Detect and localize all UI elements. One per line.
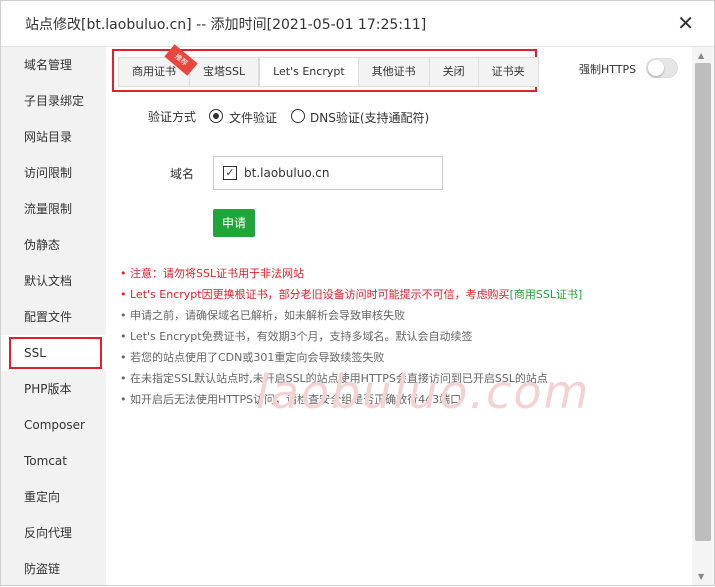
domain-item[interactable]: bt.laobuluo.cn bbox=[244, 166, 329, 180]
radio-file-verify-label[interactable]: 文件验证 bbox=[229, 109, 277, 126]
apply-button[interactable]: 申请 bbox=[213, 209, 255, 237]
sidebar-item-composer[interactable]: Composer bbox=[1, 407, 106, 443]
sidebar-item-proxy[interactable]: 反向代理 bbox=[1, 515, 106, 551]
sidebar-item-default-doc[interactable]: 默认文档 bbox=[1, 263, 106, 299]
tab-bt-ssl[interactable]: 宝塔SSL bbox=[190, 58, 260, 86]
domain-label: 域名 bbox=[170, 167, 195, 181]
note-item: Let's Encrypt因更换根证书，部分老旧设备访问时可能提示不可信，考虑购… bbox=[120, 284, 583, 305]
tab-other-cert[interactable]: 其他证书 bbox=[359, 58, 430, 86]
sidebar-item-traffic-limit[interactable]: 流量限制 bbox=[1, 191, 106, 227]
ssl-tabs: 商用证书 推荐 宝塔SSL Let's Encrypt 其他证书 关闭 证书夹 bbox=[118, 44, 539, 87]
verify-method-label: 验证方式 bbox=[148, 110, 197, 124]
force-https-toggle[interactable] bbox=[646, 58, 678, 78]
dialog-title: 站点修改[bt.laobuluo.cn] -- 添加时间[2021-05-01 … bbox=[25, 17, 427, 33]
radio-file-verify[interactable] bbox=[209, 109, 223, 123]
watermark: laobuluo.com bbox=[256, 365, 591, 419]
domain-checkbox[interactable]: ✓ bbox=[223, 166, 237, 180]
force-https-label: 强制HTTPS bbox=[579, 63, 637, 76]
tab-commercial-cert[interactable]: 商用证书 推荐 bbox=[119, 44, 198, 86]
tab-cert-folder[interactable]: 证书夹 bbox=[479, 58, 538, 86]
domain-list: ✓ bt.laobuluo.cn bbox=[213, 156, 443, 190]
site-edit-dialog: 站点修改[bt.laobuluo.cn] -- 添加时间[2021-05-01 … bbox=[0, 0, 715, 586]
scroll-up-icon[interactable]: ▲ bbox=[698, 51, 704, 60]
commercial-ssl-link[interactable]: [商用SSL证书] bbox=[510, 288, 583, 301]
tab-label: 商用证书 bbox=[132, 65, 176, 78]
tab-lets-encrypt[interactable]: Let's Encrypt bbox=[259, 58, 359, 86]
radio-dns-verify-label[interactable]: DNS验证(支持通配符) bbox=[310, 109, 429, 126]
note-item: 申请之前，请确保域名已解析，如未解析会导致审核失败 bbox=[120, 305, 580, 326]
note-item: 注意：请勿将SSL证书用于非法网站 bbox=[120, 263, 580, 284]
tab-close[interactable]: 关闭 bbox=[430, 58, 479, 86]
sidebar-item-config[interactable]: 配置文件 bbox=[1, 299, 106, 335]
note-text: Let's Encrypt因更换根证书，部分老旧设备访问时可能提示不可信，考虑购… bbox=[130, 288, 510, 301]
sidebar-item-subdir[interactable]: 子目录绑定 bbox=[1, 83, 106, 119]
sidebar-item-rewrite[interactable]: 伪静态 bbox=[1, 227, 106, 263]
sidebar-item-tomcat[interactable]: Tomcat bbox=[1, 443, 106, 479]
close-icon[interactable]: ✕ bbox=[677, 13, 694, 33]
ssl-panel: 商用证书 推荐 宝塔SSL Let's Encrypt 其他证书 关闭 证书夹 … bbox=[106, 44, 692, 585]
sidebar-item-hotlink[interactable]: 防盗链 bbox=[1, 551, 106, 587]
scrollbar-thumb[interactable] bbox=[695, 63, 711, 541]
sidebar-item-php[interactable]: PHP版本 bbox=[1, 371, 106, 407]
radio-dot bbox=[213, 113, 219, 119]
sidebar-item-access-limit[interactable]: 访问限制 bbox=[1, 155, 106, 191]
scrollbar[interactable]: ▲ ▼ bbox=[692, 47, 714, 585]
ssl-highlight-box bbox=[9, 337, 102, 369]
sidebar: 域名管理 子目录绑定 网站目录 访问限制 流量限制 伪静态 默认文档 配置文件 … bbox=[1, 47, 106, 585]
toggle-knob bbox=[648, 60, 664, 76]
sidebar-item-domain[interactable]: 域名管理 bbox=[1, 47, 106, 83]
radio-dns-verify[interactable] bbox=[291, 109, 305, 123]
scroll-down-icon[interactable]: ▼ bbox=[698, 572, 704, 581]
note-item: Let's Encrypt免费证书，有效期3个月，支持多域名。默认会自动续签 bbox=[120, 326, 580, 347]
sidebar-item-redirect[interactable]: 重定向 bbox=[1, 479, 106, 515]
sidebar-item-site-dir[interactable]: 网站目录 bbox=[1, 119, 106, 155]
dialog-titlebar: 站点修改[bt.laobuluo.cn] -- 添加时间[2021-05-01 … bbox=[1, 1, 714, 47]
